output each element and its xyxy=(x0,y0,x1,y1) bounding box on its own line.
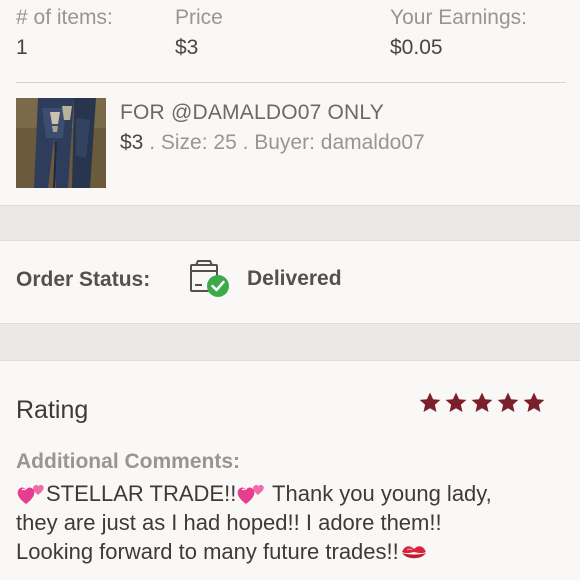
jeans-photo-icon xyxy=(16,98,106,188)
listing-row[interactable]: FOR @DAMALDO07 ONLY $3 . Size: 25 . Buye… xyxy=(0,83,580,205)
two-hearts-icon xyxy=(238,484,265,504)
order-status-row: Order Status: Delivered xyxy=(0,241,580,323)
order-status-label: Order Status: xyxy=(16,268,151,291)
star-rating xyxy=(418,391,546,415)
earnings-value: $0.05 xyxy=(390,36,443,59)
price-label: Price xyxy=(175,6,223,29)
section-separator xyxy=(0,323,580,361)
comment-line: they are just as I had hoped!! I adore t… xyxy=(16,510,442,535)
star-icon xyxy=(497,392,519,412)
listing-price: $3 xyxy=(120,131,144,154)
listing-title[interactable]: FOR @DAMALDO07 ONLY xyxy=(120,101,384,125)
star-icon xyxy=(523,392,545,412)
section-separator xyxy=(0,205,580,241)
star-icon xyxy=(445,392,467,412)
earnings-column: Your Earnings: $0.05 xyxy=(390,4,527,64)
rating-label: Rating xyxy=(16,396,89,424)
comment-line: Looking forward to many future trades!! xyxy=(16,537,576,566)
listing-thumbnail[interactable] xyxy=(16,98,106,188)
comment-text: STELLAR TRADE!! Thank you young lady, th… xyxy=(16,479,576,566)
listing-size-buyer: . Size: 25 . Buyer: damaldo07 xyxy=(143,131,425,154)
comment-line1-b: Thank you young lady, xyxy=(266,481,492,506)
rating-section: Rating Additional Comments: STELLAR TRAD… xyxy=(0,361,580,580)
order-summary: # of items: 1 Price $3 Your Earnings: $0… xyxy=(0,0,580,82)
items-count-label: # of items: xyxy=(16,6,113,29)
additional-comments-label: Additional Comments: xyxy=(16,450,240,473)
kiss-mark-icon xyxy=(401,546,426,559)
comment-line1-a: STELLAR TRADE!! xyxy=(46,481,237,506)
price-column: Price $3 xyxy=(175,4,223,64)
comment-line3: Looking forward to many future trades!! xyxy=(16,539,399,564)
star-icon xyxy=(471,392,493,412)
price-value: $3 xyxy=(175,36,199,59)
star-icon xyxy=(419,392,441,412)
package-delivered-icon xyxy=(186,259,234,301)
items-count-value: 1 xyxy=(16,36,28,59)
items-count-column: # of items: 1 xyxy=(16,4,113,64)
two-hearts-icon xyxy=(17,484,44,504)
earnings-label: Your Earnings: xyxy=(390,6,527,29)
listing-meta: $3 . Size: 25 . Buyer: damaldo07 xyxy=(120,131,425,155)
comment-line: STELLAR TRADE!! Thank you young lady, xyxy=(16,479,576,508)
order-status-value: Delivered xyxy=(247,267,342,290)
